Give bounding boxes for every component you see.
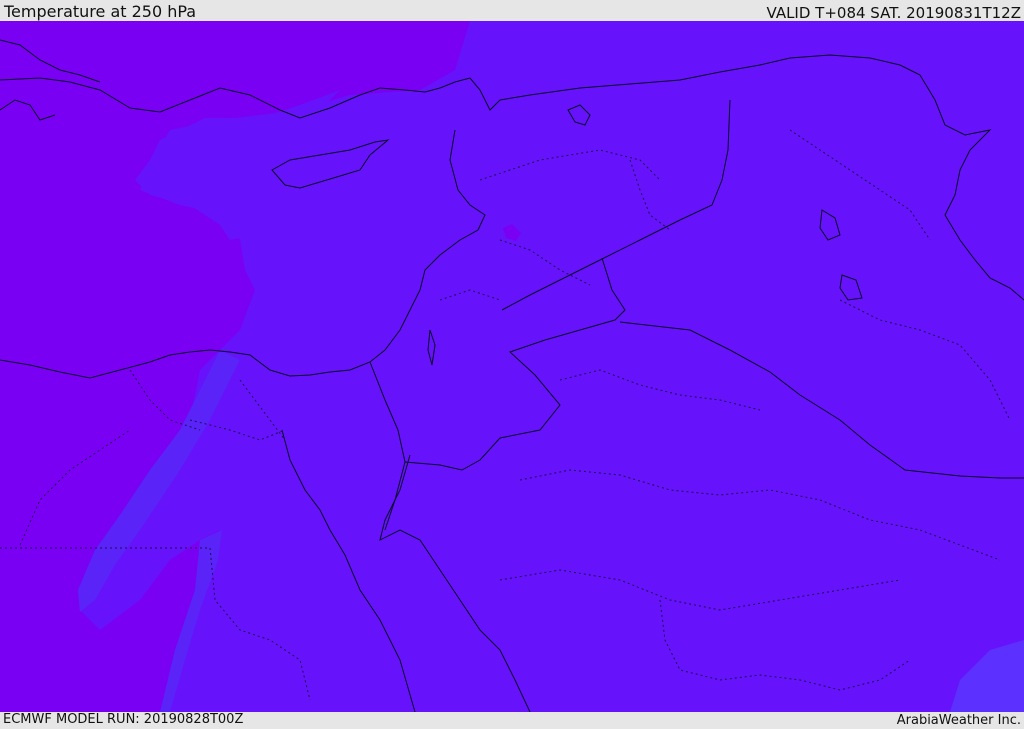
credit: ArabiaWeather Inc. xyxy=(896,713,1021,728)
model-run: ECMWF MODEL RUN: 20190828T00Z xyxy=(3,712,244,727)
valid-time: VALID T+084 SAT. 20190831T12Z xyxy=(766,4,1021,22)
header-bar: Temperature at 250 hPa VALID T+084 SAT. … xyxy=(0,0,1024,21)
temperature-map xyxy=(0,21,1024,712)
footer-bar: ECMWF MODEL RUN: 20190828T00Z ArabiaWeat… xyxy=(0,712,1024,729)
map-title: Temperature at 250 hPa xyxy=(4,2,197,21)
